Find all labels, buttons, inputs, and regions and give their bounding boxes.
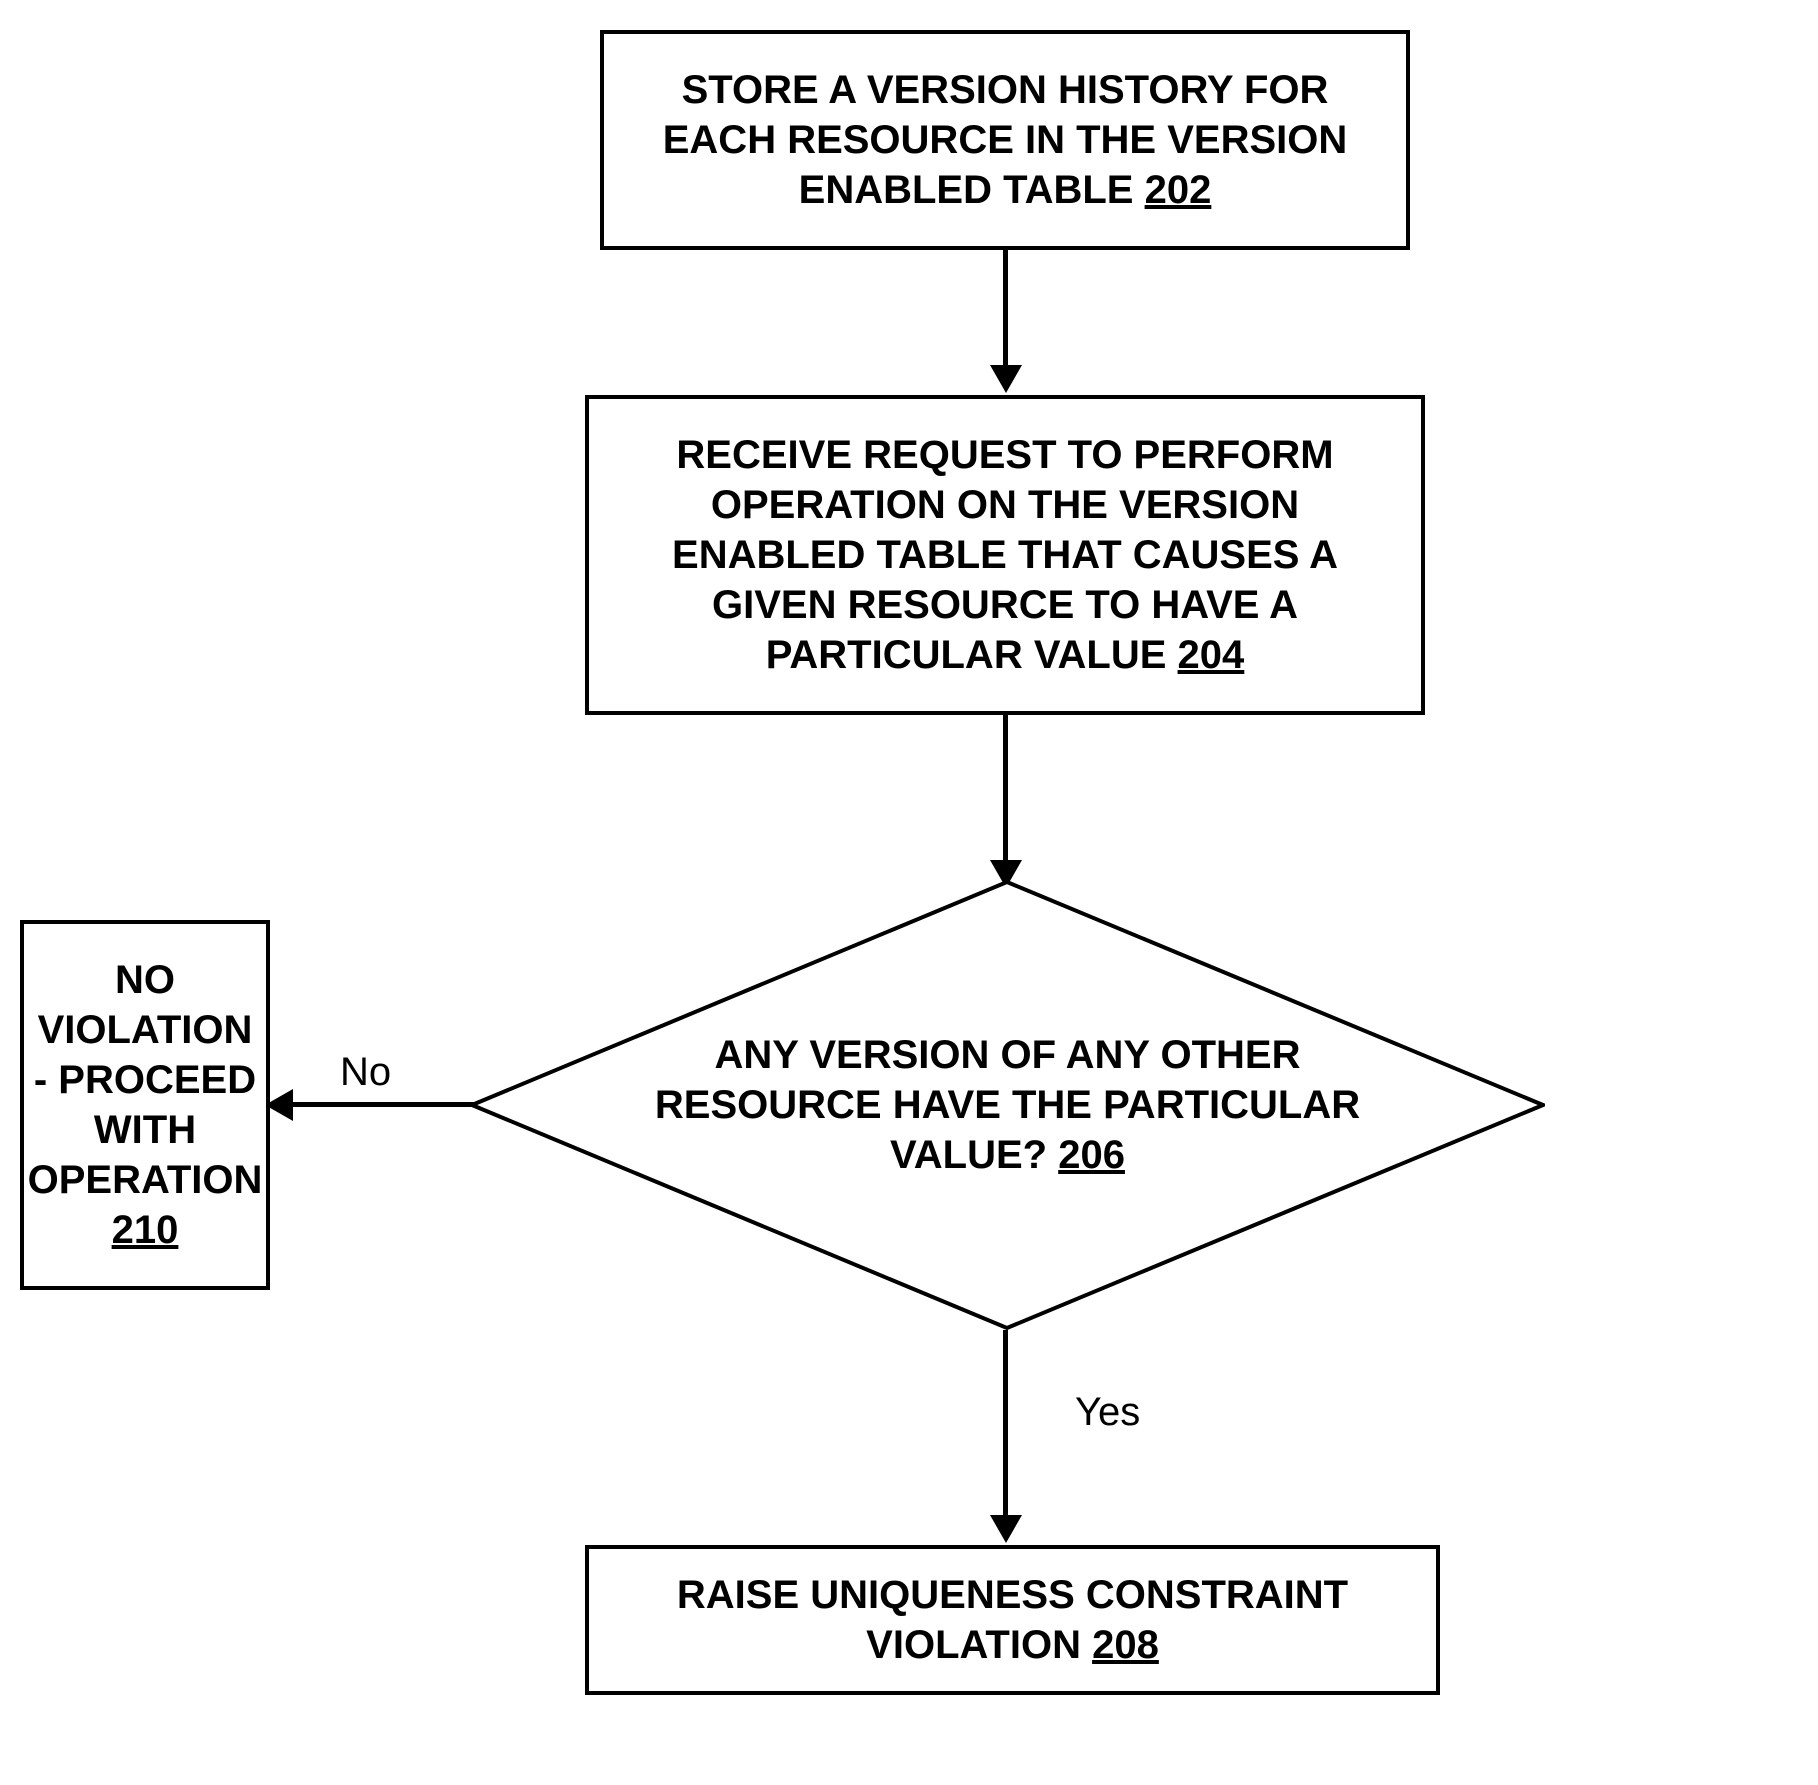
arrow-206-210 [290, 1102, 475, 1107]
step-208-box: RAISE UNIQUENESS CONSTRAINT VIOLATION 20… [585, 1545, 1440, 1695]
arrowhead-202-204 [990, 365, 1022, 393]
arrowhead-206-208 [990, 1515, 1022, 1543]
flowchart-container: STORE A VERSION HISTORY FOR EACH RESOURC… [0, 0, 1818, 1785]
decision-206-diamond: ANY VERSION OF ANY OTHER RESOURCE HAVE T… [470, 880, 1545, 1330]
arrow-202-204 [1003, 250, 1008, 370]
step-202-text: STORE A VERSION HISTORY FOR EACH RESOURC… [624, 65, 1386, 215]
step-204-text: RECEIVE REQUEST TO PERFORM OPERATION ON … [609, 430, 1401, 680]
yes-label: Yes [1075, 1390, 1140, 1435]
step-204-box: RECEIVE REQUEST TO PERFORM OPERATION ON … [585, 395, 1425, 715]
arrow-206-208 [1003, 1330, 1008, 1520]
step-208-text: RAISE UNIQUENESS CONSTRAINT VIOLATION 20… [609, 1570, 1416, 1670]
step-210-box: NO VIOLATION - PROCEED WITH OPERATION210 [20, 920, 270, 1290]
step-210-text: NO VIOLATION - PROCEED WITH OPERATION210 [28, 955, 263, 1255]
step-202-box: STORE A VERSION HISTORY FOR EACH RESOURC… [600, 30, 1410, 250]
arrow-204-206 [1003, 715, 1008, 865]
no-label: No [340, 1050, 391, 1095]
decision-206-text: ANY VERSION OF ANY OTHER RESOURCE HAVE T… [631, 1030, 1384, 1180]
